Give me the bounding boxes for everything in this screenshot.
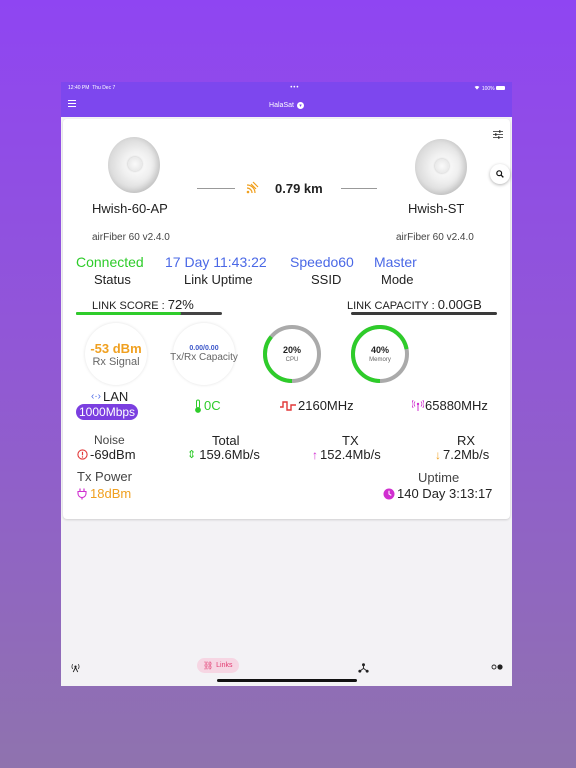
status-time: 12:40 PM Thu Dec 7	[68, 85, 116, 91]
txrx-capacity-value: 0.00/0.00	[189, 345, 219, 352]
ap-name: Hwish-60-AP	[92, 201, 168, 216]
status-label: Status	[94, 272, 131, 287]
tx-power: 18dBm	[77, 486, 131, 501]
search-button[interactable]	[490, 164, 510, 184]
battery-level: 100%	[481, 85, 495, 92]
uptime: 140 Day 3:13:17	[383, 486, 492, 501]
lan-arrows-icon: ‹·›	[91, 391, 101, 402]
link-line-left	[197, 188, 235, 189]
hamburger-menu-icon[interactable]	[68, 100, 76, 108]
st-dish-image	[415, 139, 467, 195]
tab-topology[interactable]	[358, 662, 369, 675]
link-card: Hwish-60-AP airFiber 60 v2.4.0 0.79 km H…	[63, 119, 510, 519]
up-down-arrows-icon: ⇕	[187, 449, 197, 461]
app-window: 12:40 PM Thu Dec 7 ••• 100% HalaSat ▾ Hw…	[61, 82, 512, 686]
tab-links[interactable]: ⛓ Links	[197, 658, 239, 673]
total-value: 159.6Mb/s	[199, 447, 260, 462]
link-distance: 0.79 km	[275, 181, 323, 196]
lan-header: ‹·› LAN	[91, 389, 128, 404]
st-name: Hwish-ST	[408, 201, 465, 216]
noise-label: Noise	[94, 433, 125, 447]
sliders-icon[interactable]	[493, 126, 503, 144]
memory-label: Memory	[369, 357, 391, 363]
cpu-gauge: 20% CPU	[261, 323, 323, 390]
mode-value: Master	[374, 254, 417, 270]
temperature-value: 0C	[204, 398, 221, 413]
status-value: Connected	[76, 254, 144, 270]
site-title: HalaSat	[269, 102, 294, 109]
radio-link-icon	[245, 181, 259, 200]
memory-value: 40%	[371, 345, 389, 355]
rx-signal-circle: -53 dBm Rx Signal	[85, 323, 147, 385]
tab-links-label: Links	[216, 662, 233, 669]
total-label: Total	[212, 433, 240, 448]
search-icon	[496, 170, 504, 178]
lan-label: LAN	[103, 389, 129, 404]
rx-signal-label: Rx Signal	[92, 355, 140, 368]
frequency-value: 2160MHz	[298, 398, 354, 413]
memory-gauge: 40% Memory	[349, 323, 411, 390]
rf-frequency-value: 65880MHz	[425, 398, 488, 413]
link-uptime-label: Link Uptime	[184, 272, 253, 287]
rf-frequency: 65880MHz	[412, 398, 488, 413]
site-selector[interactable]: HalaSat ▾	[269, 102, 304, 109]
link-score-bar	[76, 312, 222, 315]
ap-firmware: airFiber 60 v2.4.0	[92, 232, 170, 243]
temperature: 0C	[194, 398, 221, 413]
status-bar: 12:40 PM Thu Dec 7 ••• 100%	[61, 82, 512, 94]
uptime-label: Uptime	[418, 470, 460, 485]
txrx-capacity-circle: 0.00/0.00 Tx/Rx Capacity	[170, 323, 238, 385]
chevron-down-icon: ▾	[296, 102, 304, 109]
home-indicator	[217, 679, 357, 682]
lan-speed-badge: 1000Mbps	[76, 404, 139, 420]
rx-value: 7.2Mb/s	[443, 447, 490, 462]
tab-settings[interactable]	[491, 663, 503, 673]
rx: ↓ 7.2Mb/s	[435, 447, 489, 462]
tx-power-value: 18dBm	[90, 486, 132, 501]
txrx-capacity-label: Tx/Rx Capacity	[170, 352, 238, 363]
link-line-right	[341, 188, 377, 189]
ssid-value: Speedo60	[290, 254, 354, 270]
alert-circle-icon	[77, 449, 88, 460]
ssid-label: SSID	[311, 272, 342, 287]
mode-label: Mode	[381, 272, 414, 287]
tab-devices[interactable]	[70, 662, 81, 675]
arrow-up-icon: ↑	[312, 447, 318, 462]
tx-value: 152.4Mb/s	[320, 447, 381, 462]
ap-dish-image	[108, 137, 160, 193]
link-capacity-bar	[351, 312, 497, 315]
arrow-down-icon: ↓	[435, 447, 441, 462]
clock-icon	[383, 488, 395, 499]
frequency: 2160MHz	[280, 398, 354, 413]
link-score-bar-fill	[76, 312, 182, 315]
toggle-icon	[491, 664, 503, 670]
link-uptime-value: 17 Day 11:43:22	[165, 254, 267, 270]
plug-icon	[77, 488, 87, 499]
broadcast-tower-icon	[71, 664, 80, 673]
thermometer-icon	[195, 399, 201, 413]
multitask-dots[interactable]: •••	[290, 85, 299, 91]
total: ⇕ 159.6Mb/s	[187, 447, 260, 462]
tx-label: TX	[342, 433, 359, 448]
status-right: 100%	[474, 85, 505, 92]
st-firmware: airFiber 60 v2.4.0	[396, 232, 474, 243]
link-chain-icon: ⛓	[203, 661, 214, 670]
pulse-wave-icon	[280, 400, 296, 411]
rx-label: RX	[457, 433, 476, 448]
wifi-icon	[474, 85, 481, 92]
tx-power-label: Tx Power	[77, 469, 132, 484]
nav-bar: HalaSat ▾	[61, 94, 512, 117]
rx-signal-value: -53 dBm	[90, 340, 142, 356]
noise: -69dBm	[77, 447, 136, 462]
cpu-label: CPU	[286, 357, 299, 363]
cpu-value: 20%	[283, 345, 301, 355]
antenna-icon	[412, 399, 424, 411]
uptime-value: 140 Day 3:13:17	[397, 486, 493, 501]
battery-icon	[496, 86, 505, 91]
network-topology-icon	[358, 663, 369, 673]
noise-value: -69dBm	[90, 447, 136, 462]
tx: ↑ 152.4Mb/s	[312, 447, 381, 462]
